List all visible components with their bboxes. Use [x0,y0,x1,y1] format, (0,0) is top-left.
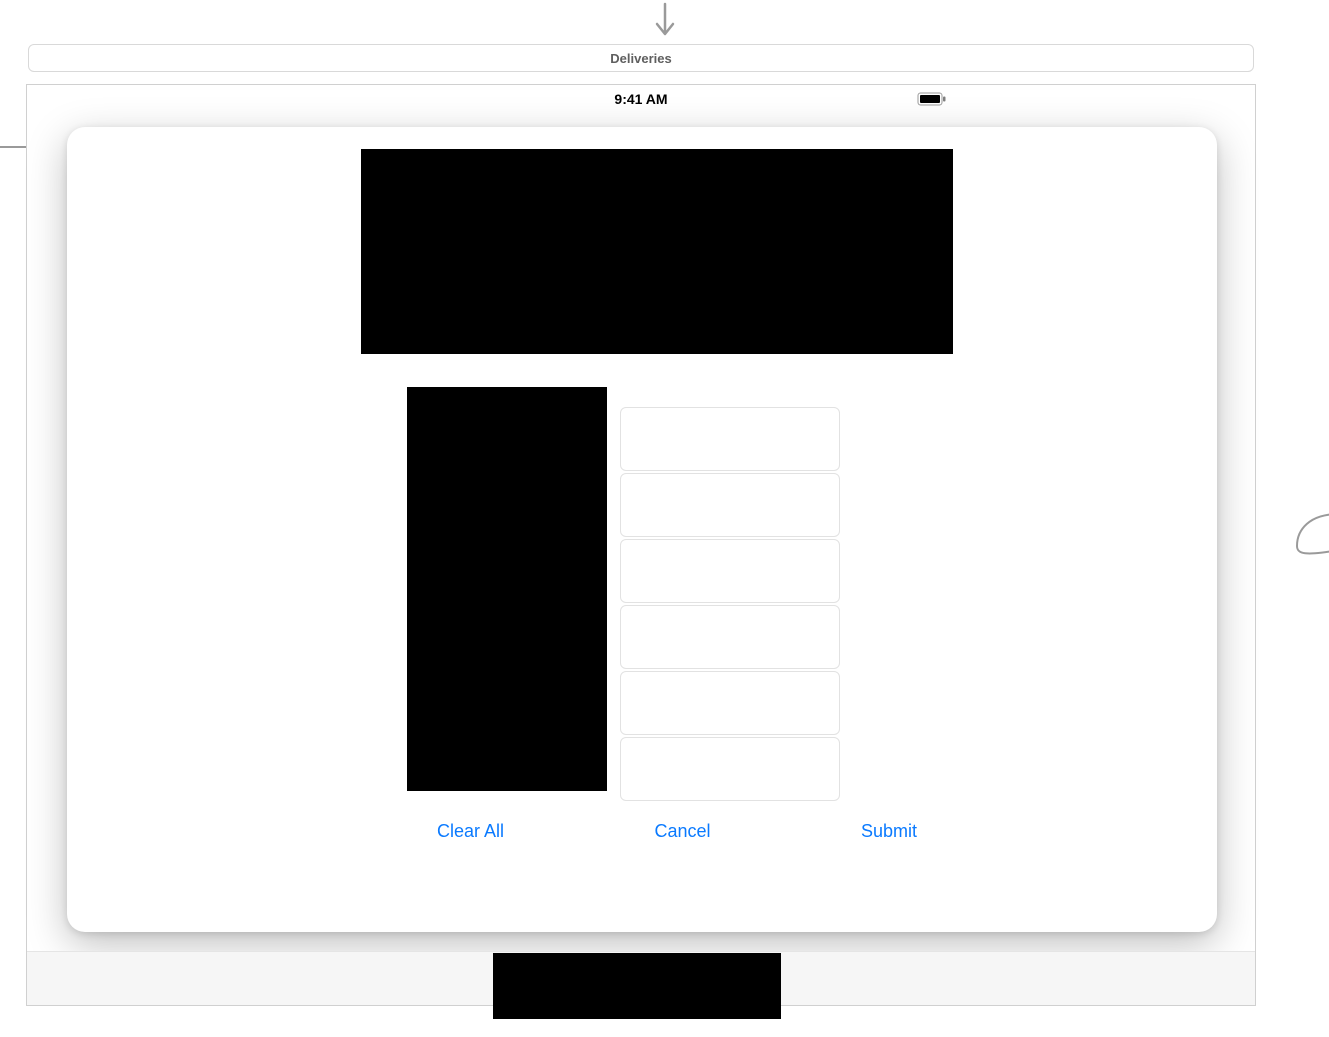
annotation-right-callout [1279,500,1329,565]
status-bar: 9:41 AM [27,85,1255,107]
form-input-1[interactable] [620,407,840,471]
redacted-header-block [361,149,953,354]
battery-icon [917,92,947,111]
status-time: 9:41 AM [614,91,667,107]
form-input-4[interactable] [620,605,840,669]
tab-deliveries-label: Deliveries [610,51,671,66]
redacted-labels-block [407,387,607,791]
form-input-6[interactable] [620,737,840,801]
form-input-2[interactable] [620,473,840,537]
form-input-5[interactable] [620,671,840,735]
cancel-button[interactable]: Cancel [654,821,710,842]
device-frame: 9:41 AM Clear All Cancel Submit [26,84,1256,1006]
modal-dialog: Clear All Cancel Submit [67,127,1217,932]
form-input-3[interactable] [620,539,840,603]
form-fields [620,407,840,803]
annotation-arrow-down-icon [651,2,679,47]
action-row: Clear All Cancel Submit [437,821,917,842]
tab-bar[interactable]: Deliveries [28,44,1254,72]
redacted-bottom-block [493,953,781,1019]
clear-all-button[interactable]: Clear All [437,821,504,842]
submit-button[interactable]: Submit [861,821,917,842]
